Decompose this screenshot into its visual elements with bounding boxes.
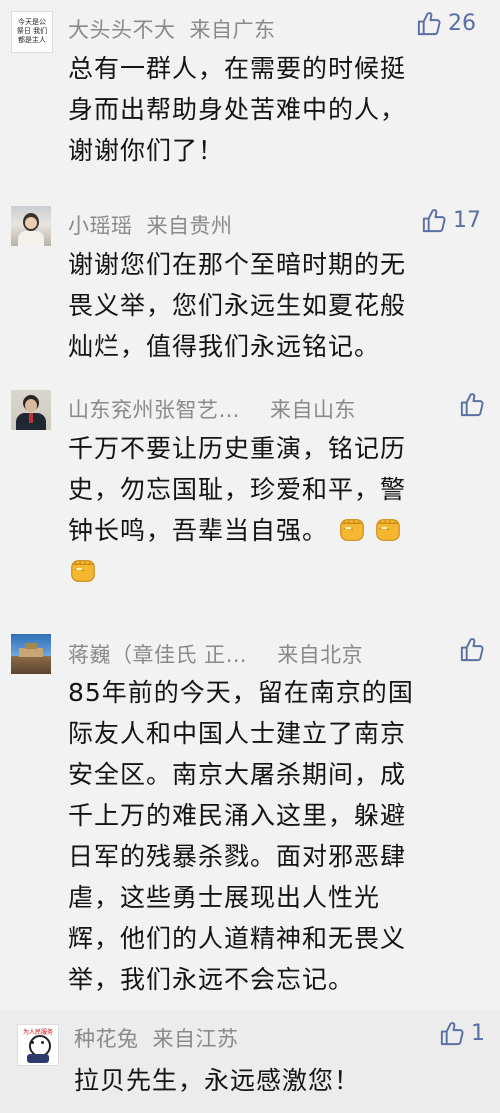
text-line: 谢谢你们了！ (68, 136, 225, 165)
username[interactable]: 蒋巍（章佳氏 正… (68, 643, 247, 667)
comment-header: 种花兔 来自江苏 (74, 1023, 239, 1053)
text-line: 千上万的难民涌入这里，躲避 (68, 801, 407, 830)
username[interactable]: 种花兔 (74, 1027, 139, 1051)
text-line: 虐，这些勇士展现出人性光 (68, 883, 381, 912)
text-line: 钟长鸣，吾辈当自强。 (68, 516, 329, 545)
location-label: 来自广东 (189, 18, 276, 42)
text-line: 灿烂，值得我们永远铭记。 (68, 332, 381, 361)
comment-header: 大头头不大 来自广东 (68, 14, 276, 44)
location-label: 来自北京 (277, 643, 364, 667)
text-line: 畏义举，您们永远生如夏花般 (68, 291, 407, 320)
comment-5: 为人民服务 种花兔 来自江苏 1 拉贝先生，永远感激您！ (0, 1010, 500, 1113)
username[interactable]: 小瑶瑶 (68, 214, 133, 238)
thumbs-up-icon (415, 10, 442, 37)
text-line: 总有一群人，在需要的时候挺 (68, 54, 407, 83)
like-count: 17 (453, 208, 481, 233)
like-count: 26 (448, 11, 476, 36)
raised-fist-icon (337, 514, 367, 544)
location-label: 来自江苏 (152, 1027, 239, 1051)
comment-text: 85年前的今天，留在南京的国 际友人和中国人士建立了南京 安全区。南京大屠杀期间… (68, 672, 414, 1000)
thumbs-up-icon (420, 207, 447, 234)
avatar[interactable]: 今天是公祭日 我们都是主人 (11, 11, 53, 53)
emoji-line (68, 551, 409, 592)
comment-text: 谢谢您们在那个至暗时期的无 畏义举，您们永远生如夏花般 灿烂，值得我们永远铭记。 (68, 244, 406, 367)
comment-text: 千万不要让历史重演，铭记历 史，勿忘国耻，珍爱和平，警 钟长鸣，吾辈当自强。 (68, 428, 409, 592)
thumbs-up-icon (458, 391, 485, 418)
text-line: 千万不要让历史重演，铭记历 (68, 434, 407, 463)
like-button[interactable]: 1 (438, 1020, 485, 1047)
comment-header: 蒋巍（章佳氏 正… 来自北京 (68, 639, 363, 669)
comment-header: 山东兖州张智艺… 来自山东 (68, 394, 356, 424)
location-label: 来自山东 (270, 398, 356, 422)
comment-text: 拉贝先生，永远感激您！ (74, 1060, 360, 1101)
like-button[interactable] (458, 391, 485, 418)
text-line: 日军的残暴杀戮。面对邪恶肆 (68, 842, 407, 871)
avatar-label: 今天是公祭日 我们都是主人 (16, 18, 48, 44)
text-line: 85年前的今天，留在南京的国 (68, 678, 414, 707)
location-label: 来自贵州 (146, 214, 233, 238)
text-line: 际友人和中国人士建立了南京 (68, 719, 407, 748)
text-line: 谢谢您们在那个至暗时期的无 (68, 250, 407, 279)
thumbs-up-icon (438, 1020, 465, 1047)
comment-header: 小瑶瑶 来自贵州 (68, 210, 233, 240)
thumbs-up-icon (458, 636, 485, 663)
raised-fist-icon (373, 514, 403, 544)
text-line: 安全区。南京大屠杀期间，成 (68, 760, 407, 789)
text-line-with-emoji: 钟长鸣，吾辈当自强。 (68, 510, 409, 551)
raised-fist-icon (68, 555, 98, 585)
username[interactable]: 山东兖州张智艺… (68, 398, 240, 422)
avatar[interactable]: 为人民服务 (17, 1024, 59, 1066)
like-button[interactable] (458, 636, 485, 663)
username[interactable]: 大头头不大 (68, 18, 176, 42)
text-line: 举，我们永远不会忘记。 (68, 965, 355, 994)
like-button[interactable]: 17 (420, 207, 481, 234)
text-line: 身而出帮助身处苦难中的人， (68, 95, 407, 124)
text-line: 拉贝先生，永远感激您！ (74, 1066, 361, 1095)
avatar[interactable] (11, 206, 51, 246)
like-count: 1 (471, 1021, 485, 1046)
comment-text: 总有一群人，在需要的时候挺 身而出帮助身处苦难中的人， 谢谢你们了！ (68, 48, 406, 171)
avatar[interactable] (11, 634, 51, 674)
text-line: 史，勿忘国耻，珍爱和平，警 (68, 475, 407, 504)
text-line: 辉，他们的人道精神和无畏义 (68, 924, 407, 953)
avatar[interactable] (11, 390, 51, 430)
like-button[interactable]: 26 (415, 10, 476, 37)
